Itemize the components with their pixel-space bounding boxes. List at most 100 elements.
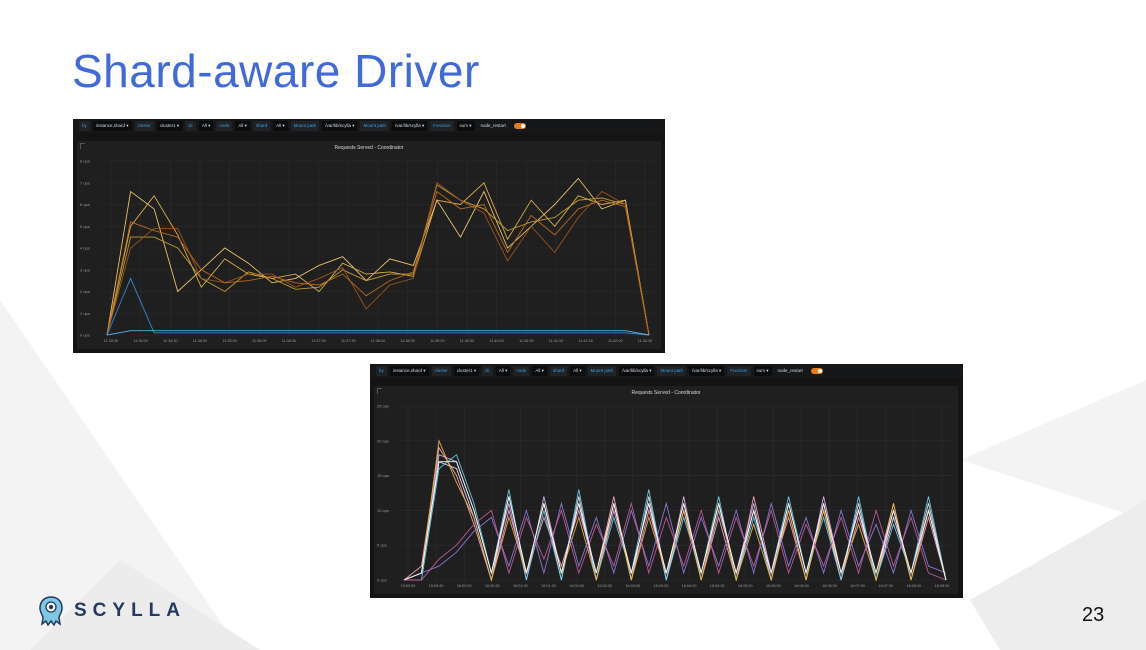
variable-label: Mount path [587, 366, 617, 376]
x-tick-label: 11:42:30 [638, 339, 653, 343]
x-tick-label: 16:01:00 [513, 584, 528, 588]
y-tick-label: 15 ops [377, 473, 389, 478]
x-tick-label: 16:08:30 [935, 584, 950, 588]
dashboard-screenshot-top: by instance,shard ▾ cluster cluster1 ▾ dc All… [73, 119, 665, 353]
node-restart-toggle[interactable] [513, 123, 526, 129]
variable-label: dc [482, 366, 493, 376]
x-tick-label: 16:05:30 [766, 584, 781, 588]
x-tick-label: 16:07:00 [850, 584, 865, 588]
variable-dropdown[interactable]: /var/lib/scylla ▾ [619, 366, 655, 376]
graph-panel: Requests Served - Coordinator 0 ops 1 ops… [77, 141, 661, 349]
x-tick-label: 16:04:30 [710, 584, 725, 588]
series-line-6 [404, 501, 947, 581]
variable-label: shard [549, 366, 568, 376]
series-line-2 [403, 446, 947, 582]
graph-panel: Requests Served - Coordinator 0 ops 5 ops… [374, 386, 958, 594]
variable-dropdown[interactable]: All ▾ [198, 121, 214, 131]
x-tick-label: 16:03:00 [625, 584, 640, 588]
y-tick-label: 1 ops [80, 311, 90, 316]
variable-label: Mount path [657, 366, 686, 376]
x-tick-label: 11:41:30 [578, 339, 593, 343]
x-tick-label: 11:36:00 [252, 339, 266, 343]
y-tick-label: 8 ops [80, 159, 90, 164]
variable-label: Mount path [290, 121, 320, 131]
node-restart-label: node_restart [777, 368, 803, 373]
x-tick-label: 16:03:30 [654, 584, 669, 588]
y-tick-label: 7 ops [80, 180, 90, 185]
x-tick-label: 16:05:00 [738, 584, 753, 588]
y-tick-label: 2 ops [80, 289, 90, 294]
x-tick-label: 11:37:30 [341, 339, 356, 343]
x-tick-label: 11:39:00 [430, 339, 445, 343]
x-tick-label: 16:01:30 [541, 584, 556, 588]
variable-label: cluster [134, 121, 154, 131]
x-tick-label: 11:38:00 [371, 339, 386, 343]
variable-label: dc [185, 121, 196, 131]
variable-label: shard [252, 121, 271, 131]
y-tick-label: 5 ops [377, 543, 387, 548]
x-tick-label: 11:35:30 [222, 339, 237, 343]
variable-label: Function [727, 366, 751, 376]
x-tick-label: 11:36:30 [282, 339, 297, 343]
variable-dropdown[interactable]: cluster1 ▾ [156, 121, 183, 131]
variable-dropdown[interactable]: /var/lib/scylla ▾ [688, 366, 725, 376]
line-chart: 0 ops 5 ops 10 ops 15 ops 20 ops 25 ops 15:59:… [377, 404, 952, 588]
variable-dropdown[interactable]: /var/lib/scylla ▾ [391, 121, 428, 131]
x-tick-label: 11:40:00 [489, 339, 504, 343]
x-tick-label: 16:00:30 [485, 584, 500, 588]
variable-label: node [216, 121, 233, 131]
node-restart-toggle[interactable] [810, 368, 823, 374]
variable-dropdown[interactable]: instance,shard ▾ [92, 121, 132, 131]
variables-toolbar: by instance,shard ▾ cluster cluster1 ▾ dc All… [73, 119, 665, 133]
y-tick-label: 5 ops [80, 224, 90, 229]
variable-label: cluster [431, 366, 451, 376]
series-line-0 [403, 461, 947, 581]
x-tick-label: 16:07:30 [878, 584, 893, 588]
variable-dropdown[interactable]: All ▾ [495, 366, 511, 376]
x-tick-label: 11:40:30 [519, 339, 534, 343]
variable-label: Mount path [360, 121, 389, 131]
x-tick-label: 11:34:00 [133, 339, 148, 343]
node-restart-label: node_restart [480, 123, 506, 128]
variable-label: by [79, 121, 90, 131]
variable-dropdown[interactable]: sum ▾ [456, 121, 475, 131]
x-tick-label: 11:38:30 [400, 339, 415, 343]
y-tick-label: 20 ops [377, 438, 389, 443]
x-tick-label: 11:33:30 [104, 339, 119, 343]
scylla-logo: SCYLLA [38, 596, 186, 626]
variable-dropdown[interactable]: /var/lib/scylla ▾ [322, 121, 358, 131]
x-tick-label: 11:35:00 [193, 339, 208, 343]
x-tick-label: 15:59:00 [401, 584, 416, 588]
x-tick-label: 16:00:00 [457, 584, 472, 588]
variable-dropdown[interactable]: sum ▾ [753, 366, 772, 376]
y-tick-label: 3 ops [80, 267, 90, 272]
x-tick-label: 16:06:30 [822, 584, 837, 588]
variable-dropdown[interactable]: cluster1 ▾ [453, 366, 480, 376]
x-tick-label: 11:39:30 [460, 339, 475, 343]
logo-wordmark: SCYLLA [74, 600, 186, 621]
dashboard-screenshot-bottom: by instance,shard ▾ cluster cluster1 ▾ dc All… [370, 364, 963, 598]
variables-toolbar: by instance,shard ▾ cluster cluster1 ▾ dc All… [370, 364, 963, 378]
variable-dropdown[interactable]: instance,shard ▾ [389, 366, 429, 376]
x-tick-label: 15:59:30 [429, 584, 444, 588]
x-tick-label: 11:41:00 [549, 339, 564, 343]
y-tick-label: 0 ops [377, 578, 387, 583]
y-tick-label: 10 ops [377, 508, 389, 513]
x-tick-label: 11:42:00 [608, 339, 623, 343]
variable-dropdown[interactable]: All ▾ [570, 366, 585, 376]
slide-title: Shard-aware Driver [72, 45, 480, 97]
x-tick-label: 11:34:30 [163, 339, 178, 343]
y-tick-label: 4 ops [80, 246, 90, 251]
page-number: 23 [1082, 604, 1105, 626]
y-tick-label: 0 ops [80, 333, 90, 338]
variable-dropdown[interactable]: All ▾ [532, 366, 547, 376]
x-tick-label: 16:06:00 [794, 584, 809, 588]
x-tick-label: 16:02:00 [569, 584, 584, 588]
variable-label: node [513, 366, 530, 376]
variable-dropdown[interactable]: All ▾ [235, 121, 250, 131]
variable-label: by [376, 366, 387, 376]
variable-dropdown[interactable]: All ▾ [273, 121, 288, 131]
y-tick-label: 25 ops [377, 404, 389, 409]
series-line-7 [403, 461, 947, 581]
scylla-monster-icon [39, 596, 63, 626]
